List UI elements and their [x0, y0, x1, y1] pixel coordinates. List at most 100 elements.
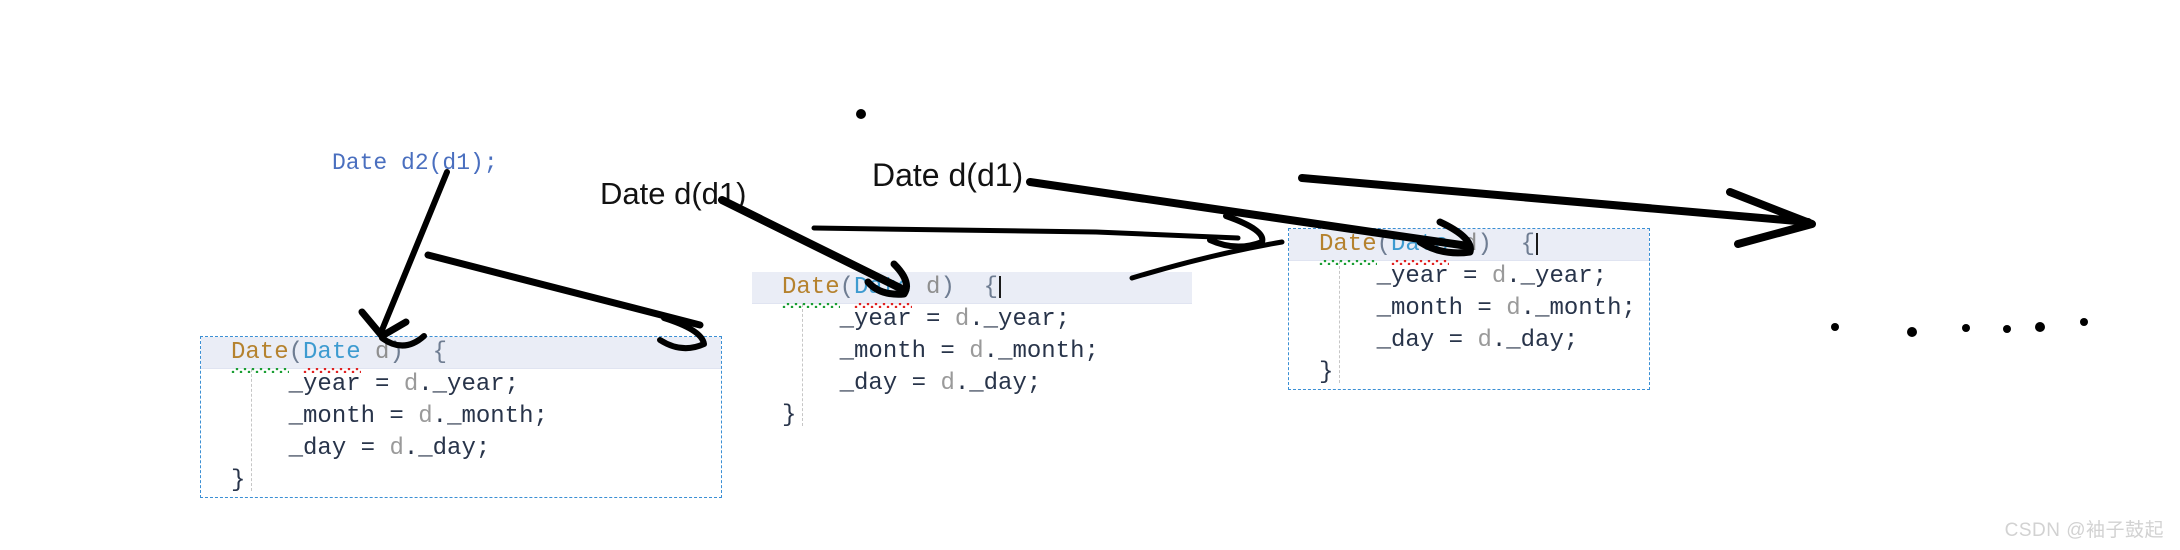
text-caret — [999, 276, 1002, 298]
code-line[interactable]: _month = d._month; — [1289, 293, 1649, 325]
code-line[interactable]: Date(Date d) { — [201, 337, 721, 373]
code-token: } — [782, 402, 797, 429]
code-token: _month — [782, 338, 927, 365]
code-token: . — [1491, 327, 1507, 354]
code-token: { — [954, 274, 999, 301]
code-token: ( — [288, 339, 304, 366]
text-caret — [1536, 233, 1539, 255]
code-token: _day; — [969, 370, 1042, 397]
code-token: _day; — [418, 435, 491, 462]
code-token: _year — [1319, 263, 1449, 290]
code-line[interactable]: _day = d._day; — [201, 433, 721, 465]
ink-arrowhead-down — [358, 308, 410, 340]
code-token: _month; — [998, 338, 1099, 365]
code-token: } — [1319, 359, 1334, 386]
code-token: . — [418, 371, 433, 398]
code-token: . — [403, 435, 419, 462]
code-line[interactable]: Date(Date d) { — [752, 272, 1192, 308]
code-token: d — [940, 370, 955, 397]
ellipsis-dot — [1962, 324, 1970, 332]
code-block-left[interactable]: Date(Date d) { _year = d._year; _month =… — [200, 336, 722, 498]
ellipsis-dot — [2080, 318, 2088, 326]
code-token: ( — [1376, 231, 1392, 258]
code-token: _day; — [1506, 327, 1579, 354]
code-token: _month — [231, 403, 376, 430]
code-line[interactable]: _year = d._year; — [752, 304, 1192, 336]
code-token: d — [1477, 327, 1492, 354]
ink-arrow-right-1 — [424, 251, 704, 329]
code-token: = — [375, 403, 419, 430]
code-token: = — [1463, 295, 1507, 322]
code-token: _year; — [432, 371, 520, 398]
code-token: _month; — [1535, 295, 1636, 322]
code-token: Date — [854, 272, 912, 308]
code-token: ) — [389, 339, 404, 366]
code-block-right[interactable]: Date(Date d) { _year = d._year; _month =… — [1288, 228, 1650, 390]
watermark: CSDN @袖子鼓起 — [2004, 520, 2164, 541]
code-line[interactable]: } — [1289, 357, 1649, 389]
code-token: _year; — [983, 306, 1071, 333]
code-token: _day — [782, 370, 898, 397]
code-token: = — [1448, 263, 1492, 290]
code-block-middle[interactable]: Date(Date d) { _year = d._year; _month =… — [752, 272, 1192, 432]
code-line[interactable]: Date(Date d) { — [1289, 229, 1649, 265]
bullet-dot — [856, 109, 866, 119]
ink-arrow-long-right — [811, 225, 1241, 241]
code-token: } — [231, 467, 246, 494]
code-line[interactable]: _day = d._day; — [1289, 325, 1649, 357]
code-token: _month — [1319, 295, 1464, 322]
code-line[interactable]: _year = d._year; — [1289, 261, 1649, 293]
code-token: Date — [1319, 229, 1377, 265]
code-token: Date — [782, 272, 840, 308]
code-token: d — [954, 306, 970, 333]
code-token: = — [1434, 327, 1478, 354]
ellipsis-dot — [1907, 327, 1917, 337]
code-token: d — [969, 338, 984, 365]
code-token: ) — [940, 274, 955, 301]
code-token: _year — [231, 371, 361, 398]
code-line[interactable]: _year = d._year; — [201, 369, 721, 401]
code-token: _day — [1319, 327, 1435, 354]
code-token: { — [1491, 231, 1536, 258]
code-token: = — [360, 371, 404, 398]
code-token: . — [983, 338, 999, 365]
code-token: . — [954, 370, 970, 397]
code-token: _year; — [1520, 263, 1608, 290]
code-token: = — [911, 306, 955, 333]
code-token: _day — [231, 435, 347, 462]
code-token: ) — [1477, 231, 1492, 258]
code-token: d — [1463, 231, 1478, 258]
canvas: Date(Date d) { _year = d._year; _month =… — [0, 0, 2180, 550]
ink-arrow-far-right — [1298, 174, 1812, 226]
ink-arrowhead-long-right — [1207, 213, 1266, 250]
code-token: Date — [303, 337, 361, 373]
code-line[interactable]: } — [752, 400, 1192, 432]
code-line[interactable]: _day = d._day; — [752, 368, 1192, 400]
code-token: . — [432, 403, 448, 430]
annotation-declaration: Date d2(d1); — [332, 150, 498, 176]
code-token: d — [403, 371, 419, 398]
code-line[interactable]: _month = d._month; — [201, 401, 721, 433]
code-token: . — [1506, 263, 1521, 290]
code-token: . — [1520, 295, 1536, 322]
code-line[interactable]: _month = d._month; — [752, 336, 1192, 368]
code-token: _month; — [447, 403, 548, 430]
code-token: = — [346, 435, 390, 462]
annotation-hand-label-1: Date d(d1) — [600, 176, 747, 211]
code-token: d — [926, 274, 941, 301]
annotation-hand-label-2: Date d(d1) — [872, 157, 1024, 193]
code-token: { — [403, 339, 448, 366]
ink-arrow-down — [379, 169, 450, 333]
code-token: d — [418, 403, 433, 430]
code-token: Date — [1391, 229, 1449, 265]
code-line[interactable]: } — [201, 465, 721, 497]
code-token: = — [897, 370, 941, 397]
code-token: d — [1491, 263, 1507, 290]
ink-arrowhead-far-right — [1726, 188, 1816, 248]
code-token: Date — [231, 337, 289, 373]
code-token: d — [389, 435, 404, 462]
code-token: _year — [782, 306, 912, 333]
code-token: . — [969, 306, 984, 333]
